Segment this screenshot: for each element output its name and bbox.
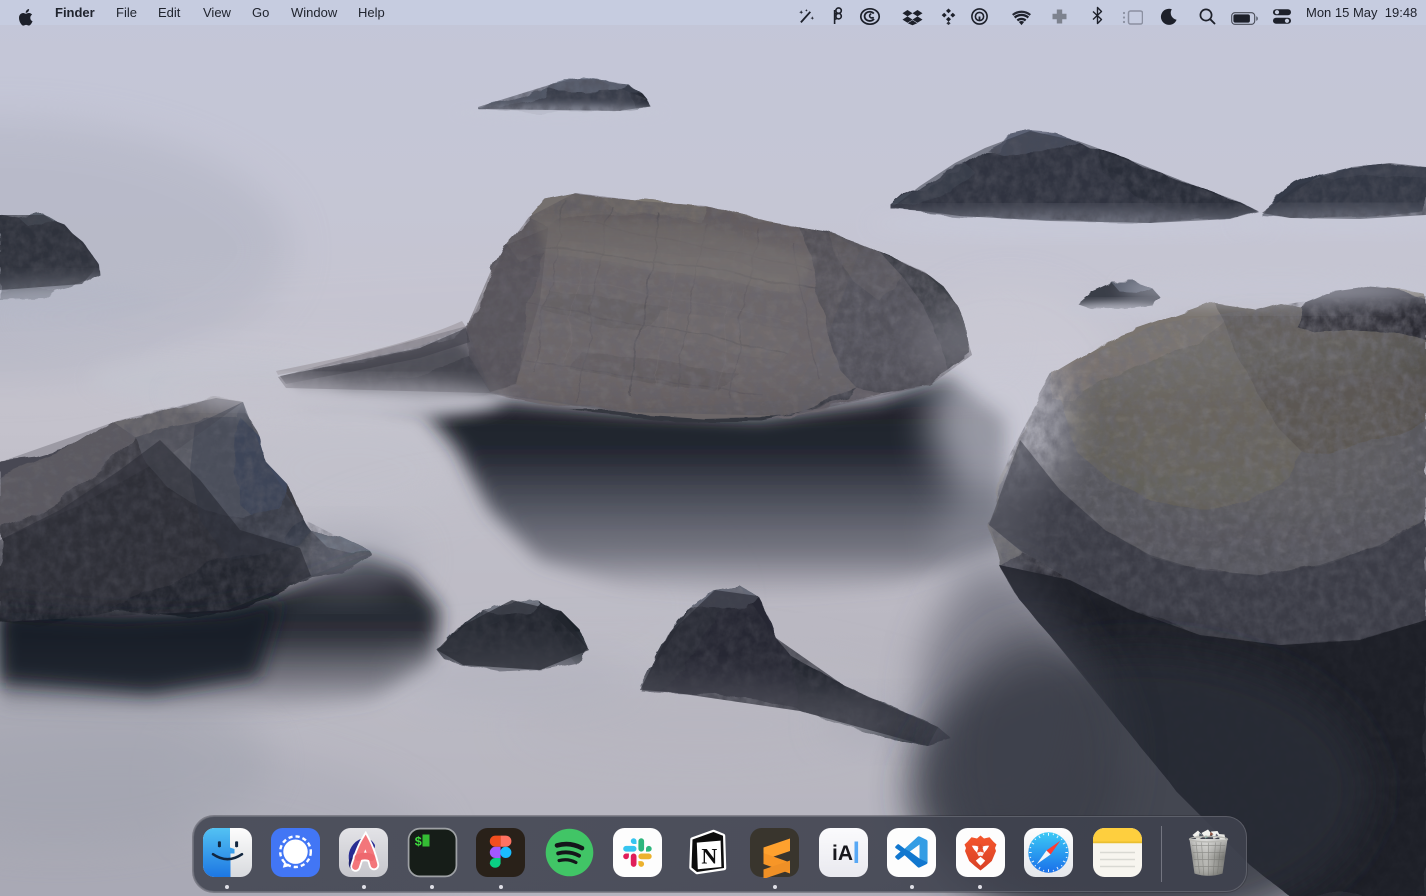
svg-text:$: $	[415, 836, 423, 850]
svg-text:iA: iA	[832, 842, 853, 865]
svg-text:N: N	[701, 844, 717, 869]
